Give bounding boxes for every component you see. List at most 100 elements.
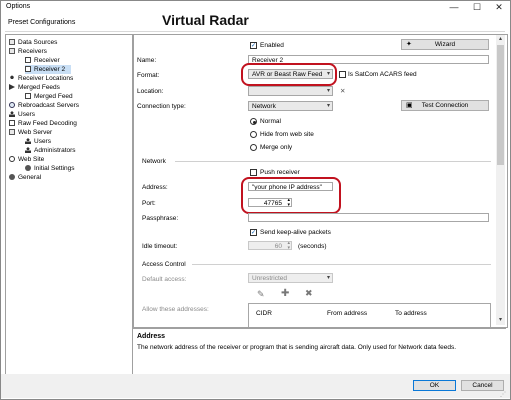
- idle-timeout-unit: (seconds): [298, 243, 327, 250]
- scroll-up-icon[interactable]: ▴: [496, 35, 505, 44]
- ok-button[interactable]: OK: [413, 380, 456, 391]
- port-label: Port:: [142, 200, 156, 207]
- location-label: Location:: [137, 88, 164, 95]
- enabled-label: Enabled: [260, 42, 284, 49]
- merge-only-radio[interactable]: [250, 144, 257, 151]
- tree-item-receiver[interactable]: Receiver: [25, 56, 60, 65]
- chevron-down-icon: ▾: [326, 88, 330, 94]
- virtual-radar-annotation: Virtual Radar: [162, 12, 249, 28]
- push-receiver-checkbox[interactable]: [250, 169, 257, 176]
- panel-scrollbar[interactable]: ▴ ▾: [496, 35, 505, 325]
- spinner-icon[interactable]: ▴ ▾: [287, 199, 290, 206]
- push-receiver-label: Push receiver: [260, 169, 300, 176]
- spinner-icon[interactable]: ▴ ▾: [287, 242, 290, 249]
- normal-label: Normal: [260, 118, 281, 125]
- chevron-down-icon: ▾: [326, 103, 330, 109]
- resize-grip-icon[interactable]: ⋰: [500, 391, 506, 398]
- tree-item-merged-feed[interactable]: Merged Feed: [25, 92, 73, 101]
- merge-only-label: Merge only: [260, 144, 293, 151]
- document-icon: [25, 93, 31, 99]
- format-label: Format:: [137, 72, 160, 79]
- satcom-label: Is SatCom ACARS feed: [348, 71, 417, 78]
- add-icon[interactable]: ✚: [281, 288, 289, 299]
- description-panel: Address The network address of the recei…: [133, 328, 506, 375]
- merge-icon: [9, 84, 15, 90]
- gear-icon: [9, 174, 15, 180]
- tree-item-web-site[interactable]: Web Site: [9, 155, 44, 164]
- close-button[interactable]: ✕: [488, 1, 510, 14]
- name-label: Name:: [137, 57, 157, 64]
- format-select[interactable]: AVR or Beast Raw Feed ▾: [248, 69, 333, 79]
- enabled-checkbox[interactable]: ✓: [250, 42, 257, 49]
- allow-addresses-label: Allow these addresses:: [142, 306, 209, 313]
- tree-item-administrators[interactable]: Administrators: [25, 146, 76, 155]
- keep-alive-label: Send keep-alive packets: [260, 229, 331, 236]
- maximize-button[interactable]: ☐: [466, 1, 488, 14]
- connection-type-select[interactable]: Network ▾: [248, 101, 333, 111]
- chevron-down-icon: ▾: [326, 71, 330, 77]
- keep-alive-checkbox[interactable]: ✓: [250, 229, 257, 236]
- pin-icon: [9, 75, 15, 81]
- user-icon: [25, 147, 31, 153]
- wand-icon: ✦: [406, 41, 412, 48]
- user-icon: [9, 111, 15, 117]
- cancel-button[interactable]: Cancel: [461, 380, 504, 391]
- header-separator: [5, 31, 505, 32]
- connection-type-label: Connection type:: [137, 103, 186, 110]
- column-header-cidr[interactable]: CIDR: [256, 310, 272, 317]
- tree-item-merged-feeds[interactable]: Merged Feeds: [9, 83, 60, 92]
- tree-item-rebroadcast-servers[interactable]: Rebroadcast Servers: [9, 101, 79, 110]
- hide-from-web-site-radio[interactable]: [250, 131, 257, 138]
- window-title: Options: [6, 3, 31, 10]
- description-text: The network address of the receiver or p…: [137, 344, 457, 351]
- grid-icon: [9, 39, 15, 45]
- normal-radio[interactable]: [250, 118, 257, 125]
- column-header-from-address[interactable]: From address: [327, 310, 367, 317]
- passphrase-label: Passphrase:: [142, 215, 179, 222]
- location-select[interactable]: ▾: [248, 86, 333, 96]
- gear-icon: [25, 165, 31, 171]
- title-bar: [1, 1, 510, 15]
- port-input[interactable]: 47765 ▴ ▾: [248, 198, 292, 207]
- tree-item-users[interactable]: Users: [9, 110, 35, 119]
- default-access-label: Default access:: [142, 276, 187, 283]
- network-icon: ▣: [406, 102, 413, 109]
- tree-item-raw-feed-decoding[interactable]: Raw Feed Decoding: [9, 119, 77, 128]
- tree-item-receiver-locations[interactable]: Receiver Locations: [9, 74, 73, 83]
- edit-icon[interactable]: ✎: [257, 289, 265, 300]
- document-icon: [9, 120, 15, 126]
- options-tree[interactable]: Data Sources Receivers Receiver Receiver…: [5, 34, 133, 376]
- tree-item-receivers[interactable]: Receivers: [9, 47, 47, 56]
- tree-item-initial-settings[interactable]: Initial Settings: [25, 164, 74, 173]
- wizard-button[interactable]: ✦ Wizard: [401, 39, 489, 50]
- satcom-checkbox[interactable]: [339, 71, 346, 78]
- scroll-down-icon[interactable]: ▾: [496, 316, 505, 325]
- address-label: Address:: [142, 184, 168, 191]
- minimize-button[interactable]: —: [443, 1, 465, 14]
- address-input[interactable]: "your phone IP address": [248, 182, 333, 191]
- clear-location-icon[interactable]: ✕: [340, 87, 345, 95]
- idle-timeout-input[interactable]: 60 ▴ ▾: [248, 241, 292, 250]
- scroll-thumb[interactable]: [497, 45, 504, 165]
- document-icon: [25, 66, 31, 72]
- passphrase-input[interactable]: [248, 213, 489, 222]
- network-group-line: [175, 161, 491, 162]
- allowed-addresses-table[interactable]: CIDR From address To address: [248, 303, 491, 327]
- preset-configurations-heading: Preset Configurations: [8, 19, 76, 26]
- delete-icon[interactable]: ✖: [305, 288, 313, 299]
- tree-item-web-server[interactable]: Web Server: [9, 128, 52, 137]
- tree-item-web-server-users[interactable]: Users: [25, 137, 51, 146]
- access-control-heading: Access Control: [142, 261, 186, 268]
- name-input[interactable]: Receiver 2: [248, 55, 489, 64]
- tree-item-receiver-2[interactable]: Receiver 2: [25, 65, 72, 74]
- tree-item-data-sources[interactable]: Data Sources: [9, 38, 57, 47]
- default-access-select[interactable]: Unrestricted ▾: [248, 273, 333, 283]
- globe-icon: [9, 156, 15, 162]
- grid-icon: [9, 48, 15, 54]
- document-icon: [25, 57, 31, 63]
- column-header-to-address[interactable]: To address: [395, 310, 427, 317]
- grid-icon: [9, 129, 15, 135]
- test-connection-button[interactable]: ▣ Test Connection: [401, 100, 489, 111]
- tree-item-general[interactable]: General: [9, 173, 41, 182]
- access-group-line: [192, 264, 491, 265]
